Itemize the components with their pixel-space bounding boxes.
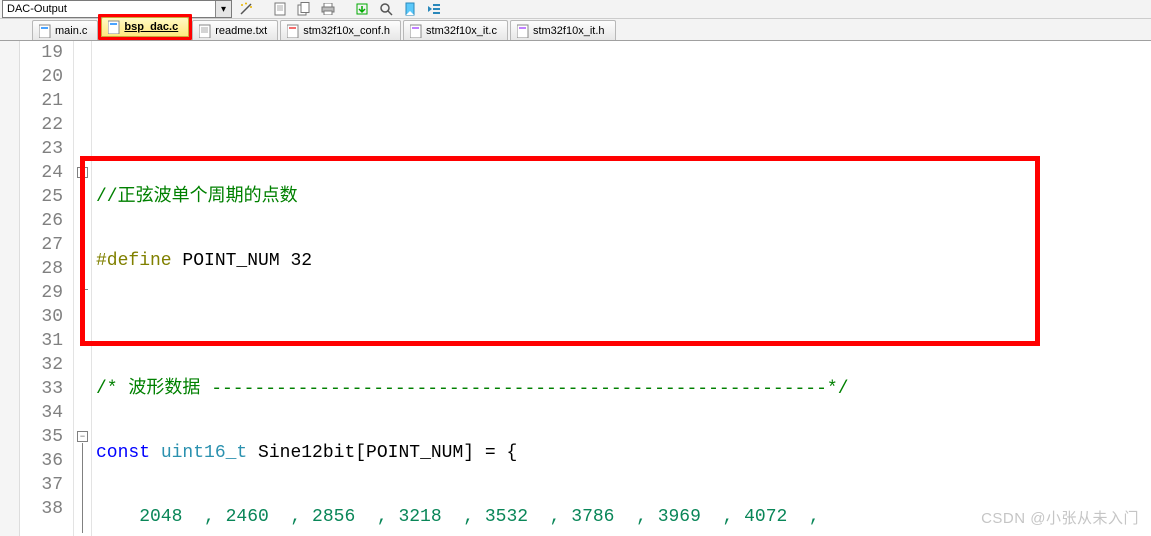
tab-bsp-dac-c[interactable]: bsp_dac.c [101, 17, 189, 37]
fold-guide [82, 443, 83, 533]
tab-bar: main.c bsp_dac.c readme.txt stm32f10x_co… [0, 19, 1151, 41]
fold-gutter[interactable]: − − [74, 41, 92, 536]
line-number: 37 [20, 473, 63, 497]
line-number: 19 [20, 41, 63, 65]
search-icon[interactable] [376, 0, 396, 18]
line-number: 31 [20, 329, 63, 353]
outdent-icon[interactable] [424, 0, 444, 18]
ide-root: DAC-Output ▾ ma [0, 0, 1151, 536]
line-number: 29 [20, 281, 63, 305]
line-number: 35 [20, 425, 63, 449]
editor[interactable]: 19 20 21 22 23 24 25 26 27 28 29 30 31 3… [0, 41, 1151, 536]
tab-label: stm32f10x_conf.h [303, 25, 390, 37]
fold-guide [82, 179, 83, 289]
line-number: 32 [20, 353, 63, 377]
fold-toggle-icon[interactable]: − [77, 431, 88, 442]
line-number: 23 [20, 137, 63, 161]
line-number: 27 [20, 233, 63, 257]
tab-main-c[interactable]: main.c [32, 20, 98, 40]
copy-icon[interactable] [294, 0, 314, 18]
tab-readme-txt[interactable]: readme.txt [192, 20, 278, 40]
tab-stm32-conf-h[interactable]: stm32f10x_conf.h [280, 20, 401, 40]
fold-end [82, 289, 88, 290]
file-icon [287, 24, 299, 38]
line-number: 28 [20, 257, 63, 281]
file-icon [108, 20, 120, 34]
line-number: 38 [20, 497, 63, 521]
line-number: 33 [20, 377, 63, 401]
bookmark-icon[interactable] [400, 0, 420, 18]
print-icon[interactable] [318, 0, 338, 18]
breakpoint-margin[interactable] [0, 41, 20, 536]
line-number: 20 [20, 65, 63, 89]
file-icon [517, 24, 529, 38]
line-number: 25 [20, 185, 63, 209]
code-line: #define POINT_NUM 32 [96, 249, 1151, 273]
file-icon [199, 24, 211, 38]
line-number: 36 [20, 449, 63, 473]
line-number: 24 [20, 161, 63, 185]
download-icon[interactable] [352, 0, 372, 18]
fold-toggle-icon[interactable]: − [77, 167, 88, 178]
code-line: 2048 , 2460 , 2856 , 3218 , 3532 , 3786 … [96, 505, 1151, 529]
tab-label: stm32f10x_it.h [533, 25, 605, 37]
tab-label: stm32f10x_it.c [426, 25, 497, 37]
tab-label: bsp_dac.c [124, 21, 178, 33]
code-line [96, 121, 1151, 145]
tab-highlight: bsp_dac.c [98, 14, 192, 40]
tab-stm32-it-h[interactable]: stm32f10x_it.h [510, 20, 616, 40]
line-number: 26 [20, 209, 63, 233]
code-area[interactable]: //正弦波单个周期的点数 #define POINT_NUM 32 /* 波形数… [92, 41, 1151, 536]
code-line: /* 波形数据 --------------------------------… [96, 377, 1151, 401]
wand-icon[interactable] [236, 0, 256, 18]
code-line [96, 313, 1151, 337]
file-icon [410, 24, 422, 38]
line-number: 30 [20, 305, 63, 329]
line-number: 22 [20, 113, 63, 137]
line-number-gutter: 19 20 21 22 23 24 25 26 27 28 29 30 31 3… [20, 41, 74, 536]
code-line: const uint16_t Sine12bit[POINT_NUM] = { [96, 441, 1151, 465]
line-number: 34 [20, 401, 63, 425]
line-number: 21 [20, 89, 63, 113]
file-icon [39, 24, 51, 38]
page-icon[interactable] [270, 0, 290, 18]
dropdown-icon[interactable]: ▾ [215, 1, 231, 17]
tab-stm32-it-c[interactable]: stm32f10x_it.c [403, 20, 508, 40]
tab-label: main.c [55, 25, 87, 37]
code-line: //正弦波单个周期的点数 [96, 185, 1151, 209]
tab-label: readme.txt [215, 25, 267, 37]
